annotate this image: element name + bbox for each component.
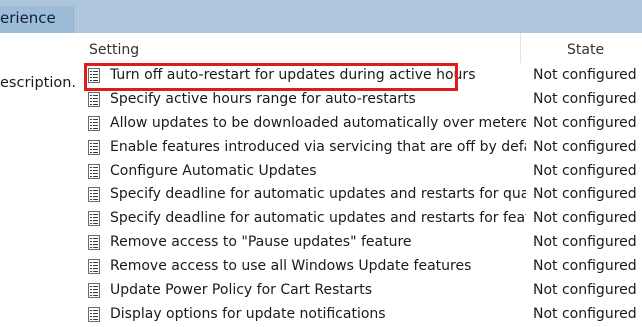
policy-setting-icon bbox=[88, 115, 100, 131]
setting-name: Specify deadline for automatic updates a… bbox=[110, 186, 526, 203]
setting-state: Not configured bbox=[533, 210, 637, 227]
policy-setting-icon bbox=[88, 68, 100, 83]
tab-strip: erience bbox=[0, 0, 642, 33]
setting-state: Not configured bbox=[533, 162, 637, 179]
table-row[interactable]: Remove access to use all Windows Update … bbox=[80, 255, 642, 279]
policy-setting-icon bbox=[88, 211, 100, 227]
policy-setting-icon bbox=[88, 235, 100, 251]
policy-setting-icon bbox=[88, 163, 100, 179]
tab-extended[interactable]: erience bbox=[0, 6, 74, 33]
column-header-state[interactable]: State bbox=[567, 42, 604, 62]
policy-setting-icon bbox=[88, 139, 100, 155]
setting-state: Not configured bbox=[533, 282, 637, 299]
table-row[interactable]: Configure Automatic Updates Not configure… bbox=[80, 160, 642, 184]
setting-name: Enable features introduced via servicing… bbox=[110, 138, 526, 155]
setting-name: Remove access to use all Windows Update … bbox=[110, 258, 472, 275]
setting-name: Update Power Policy for Cart Restarts bbox=[110, 282, 373, 299]
setting-state: Not configured bbox=[533, 234, 637, 251]
table-row[interactable]: Remove access to "Pause updates" feature… bbox=[80, 231, 642, 255]
table-row[interactable]: Specify deadline for automatic updates a… bbox=[80, 183, 642, 207]
tab-label: erience bbox=[0, 9, 56, 27]
column-separator[interactable] bbox=[520, 33, 521, 63]
policy-setting-icon bbox=[88, 283, 100, 299]
setting-name: Allow updates to be downloaded automatic… bbox=[110, 114, 526, 131]
setting-name: Turn off auto-restart for updates during… bbox=[110, 67, 476, 83]
setting-name: Remove access to "Pause updates" feature bbox=[110, 234, 412, 251]
table-row[interactable]: Specify active hours range for auto-rest… bbox=[80, 88, 642, 112]
setting-state: Not configured bbox=[533, 258, 637, 275]
table-row[interactable]: Update Power Policy for Cart Restarts Not… bbox=[80, 279, 642, 303]
table-row[interactable]: Display options for update notifications… bbox=[80, 303, 642, 327]
policy-setting-icon bbox=[88, 259, 100, 275]
table-row[interactable]: Enable features introduced via servicing… bbox=[80, 136, 642, 160]
policy-setting-icon bbox=[88, 91, 100, 107]
setting-state: Not configured bbox=[533, 67, 637, 83]
description-pane: escription. bbox=[0, 33, 78, 325]
policy-setting-icon bbox=[88, 306, 100, 322]
table-row[interactable]: Allow updates to be downloaded automatic… bbox=[80, 112, 642, 136]
table-row[interactable]: Specify deadline for automatic updates a… bbox=[80, 207, 642, 231]
description-label: escription. bbox=[0, 75, 77, 91]
setting-name: Specify active hours range for auto-rest… bbox=[110, 90, 416, 107]
setting-state: Not configured bbox=[533, 138, 637, 155]
setting-name: Display options for update notifications bbox=[110, 305, 386, 322]
settings-list: Setting State Turn off auto-restart for … bbox=[80, 33, 642, 325]
settings-rows: Turn off auto-restart for updates during… bbox=[80, 64, 642, 327]
setting-state: Not configured bbox=[533, 114, 637, 131]
setting-name: Specify deadline for automatic updates a… bbox=[110, 210, 526, 227]
setting-state: Not configured bbox=[533, 186, 637, 203]
setting-name: Configure Automatic Updates bbox=[110, 162, 317, 179]
policy-setting-icon bbox=[88, 187, 100, 203]
setting-state: Not configured bbox=[533, 90, 637, 107]
column-header-setting[interactable]: Setting bbox=[89, 42, 139, 62]
table-row[interactable]: Turn off auto-restart for updates during… bbox=[80, 64, 642, 88]
setting-state: Not configured bbox=[533, 305, 637, 322]
